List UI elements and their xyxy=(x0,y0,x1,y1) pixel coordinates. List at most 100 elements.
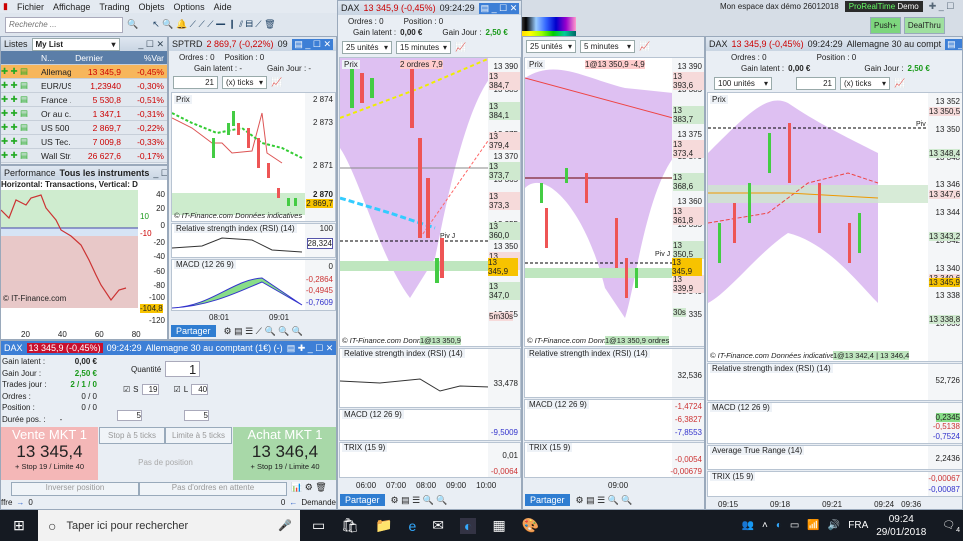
task-view-icon[interactable]: ▭ xyxy=(312,517,325,534)
indicators-icon[interactable]: 📈 xyxy=(639,41,650,52)
list-select[interactable]: My List ▾ xyxy=(31,37,120,51)
symbol[interactable]: DAX xyxy=(709,39,728,49)
zoom-tools-icon[interactable]: ⚙ ▤ ☰ 🔍 🔍 xyxy=(391,495,448,506)
window-controls[interactable]: ▤ _ ☐ ✕ xyxy=(478,2,520,14)
orders-tag[interactable]: 1@13 350,9 ordres xyxy=(605,336,670,345)
watchlist-row[interactable]: ✚ ✚ ▤ France ... 5 530,8 -0,51% xyxy=(1,93,167,107)
macd-label[interactable]: MACD (12 26 9) xyxy=(710,403,772,412)
position-tag[interactable]: 1@13 342,4 | 13 346,4 xyxy=(833,351,910,360)
ticks-input[interactable]: 21 xyxy=(796,77,836,90)
window-controls[interactable]: ▤ ✚ _ ☐ ✕ xyxy=(287,343,334,354)
prix-label[interactable]: Prix xyxy=(174,95,192,104)
window-controls[interactable]: _ ☐ ✕ xyxy=(153,168,167,179)
limit-ticks-stepper[interactable]: 5 xyxy=(184,410,209,421)
col-name[interactable]: N... xyxy=(1,53,59,63)
language-indicator[interactable]: FRA xyxy=(848,520,868,531)
row-actions-icon[interactable]: ✚ ✚ ▤ xyxy=(1,136,41,147)
watchlist-row[interactable]: ✚ ✚ ▤ Or au c... 1 347,1 -0,31% xyxy=(1,107,167,121)
dealthru-button[interactable]: DealThru xyxy=(903,17,945,34)
window-controls[interactable]: ✚ _ ☐ xyxy=(929,1,955,12)
windows-start-icon[interactable]: ⊞ xyxy=(0,517,38,534)
battery-icon[interactable]: ▭ xyxy=(790,520,799,531)
reverse-position-button[interactable]: Inverser position xyxy=(11,482,139,496)
menu-aide[interactable]: Aide xyxy=(214,2,232,12)
menu-affichage[interactable]: Affichage xyxy=(53,2,90,12)
drawing-tools-icon[interactable]: ↖ 🔍 🔔 ⟋ ⟋ ⟋ ━ ┃ ⫽ ▤ ⟋ 🗑 xyxy=(152,19,275,30)
rsi-label[interactable]: Relative strength index (RSI) (14) xyxy=(710,364,833,373)
menu-options[interactable]: Options xyxy=(174,2,205,12)
buy-button[interactable]: Achat MKT 1 13 346,4 + Stop 19 / Limite … xyxy=(233,427,336,480)
row-actions-icon[interactable]: ✚ ✚ ▤ xyxy=(1,80,41,91)
store-icon[interactable]: 🛍 xyxy=(341,517,359,534)
trix-label[interactable]: TRIX (15 9) xyxy=(527,443,573,452)
stop-input[interactable]: 19 xyxy=(141,384,159,395)
limit-checkbox[interactable]: ☑ xyxy=(174,385,181,394)
symbol[interactable]: DAX xyxy=(4,343,23,353)
row-actions-icon[interactable]: ✚ ✚ ▤ xyxy=(1,66,41,77)
paint-icon[interactable]: 🎨 xyxy=(522,517,539,534)
limit-ticks-button[interactable]: Limite à 5 ticks xyxy=(165,427,232,444)
menu-fichier[interactable]: Fichier xyxy=(17,2,44,12)
edge-icon[interactable]: e xyxy=(408,518,416,534)
watchlist-row[interactable]: ✚ ✚ ▤ Wall Str... 26 627,6 -0,17% xyxy=(1,149,167,163)
mode-select[interactable]: (x) ticks ▾ xyxy=(840,77,890,90)
watchlist-row[interactable]: ✚ ✚ ▤ EUR/US... 1,23940 -0,30% xyxy=(1,79,167,93)
people-icon[interactable]: 👥 xyxy=(742,520,754,531)
notifications-icon[interactable]: 🗨 4 xyxy=(942,520,960,534)
menu-objets[interactable]: Objets xyxy=(139,2,165,12)
rsi-label[interactable]: Relative strength index (RSI) (14) xyxy=(527,349,650,358)
rsi-label[interactable]: Relative strength index (RSI) (14) xyxy=(342,349,465,358)
col-var[interactable]: %Var xyxy=(119,53,164,63)
tab-performance[interactable]: Performance xyxy=(4,168,56,178)
stop-ticks-stepper[interactable]: 5 xyxy=(117,410,142,421)
macd-label[interactable]: MACD (12 26 9) xyxy=(527,400,589,409)
share-button[interactable]: Partager xyxy=(525,494,570,506)
volume-icon[interactable]: 🔊 xyxy=(828,520,840,531)
limit-input[interactable]: 40 xyxy=(191,384,209,395)
indicators-icon[interactable]: 📈 xyxy=(894,78,905,89)
order-tools-icon[interactable]: 📊 ⚙ 🗑 xyxy=(291,482,327,493)
units-select[interactable]: 25 unités ▾ xyxy=(526,40,576,53)
row-actions-icon[interactable]: ✚ ✚ ▤ xyxy=(1,108,41,119)
wifi-icon[interactable]: 📶 xyxy=(807,520,819,531)
row-actions-icon[interactable]: ✚ ✚ ▤ xyxy=(1,150,41,161)
indicators-icon[interactable]: 📈 xyxy=(271,77,282,88)
mail-icon[interactable]: ✉ xyxy=(432,517,444,534)
chevron-up-icon[interactable]: ˄ xyxy=(762,520,768,531)
units-select[interactable]: 100 unités ▾ xyxy=(714,77,772,90)
taskbar-search[interactable]: ○ Taper ici pour rechercher 🎤 xyxy=(38,510,300,541)
position-tag[interactable]: 1@13 350,9 xyxy=(420,336,461,345)
trix-label[interactable]: TRIX (15 9) xyxy=(342,443,388,452)
menu-trading[interactable]: Trading xyxy=(99,2,129,12)
units-select[interactable]: 21 xyxy=(173,76,218,89)
row-actions-icon[interactable]: ✚ ✚ ▤ xyxy=(1,122,41,133)
trix-label[interactable]: TRIX (15 9) xyxy=(710,472,756,481)
rsi-label[interactable]: Relative strength index (RSI) (14) xyxy=(174,224,297,233)
atr-label[interactable]: Average True Range (14) xyxy=(710,446,805,455)
prix-label[interactable]: Prix xyxy=(342,60,360,69)
window-controls[interactable]: ▤ _ ☐ ✕ xyxy=(945,38,962,50)
units-select[interactable]: 25 unités ▾ xyxy=(342,41,392,54)
symbol[interactable]: DAX xyxy=(341,3,360,13)
search-input[interactable] xyxy=(5,16,123,33)
mode-select[interactable]: (x) ticks ▾ xyxy=(222,76,267,89)
search-icon[interactable]: 🔍 xyxy=(127,19,138,30)
app-icon[interactable]: ▦ xyxy=(492,517,505,534)
clock[interactable]: 09:24 29/01/2018 xyxy=(876,513,926,539)
window-controls[interactable]: _ ☐ ✕ xyxy=(138,39,164,50)
orders-tag[interactable]: 2 ordres 7,9 xyxy=(400,60,443,69)
watchlist-row[interactable]: ✚ ✚ ▤ US 500 ... 2 869,7 -0,22% xyxy=(1,121,167,135)
timeframe-select[interactable]: 15 minutes ▾ xyxy=(396,41,451,54)
row-actions-icon[interactable]: ✚ ✚ ▤ xyxy=(1,94,41,105)
microphone-icon[interactable]: 🎤 xyxy=(278,519,292,532)
timeframe-select[interactable]: 5 minutes ▾ xyxy=(580,40,635,53)
macd-label[interactable]: MACD (12 26 9) xyxy=(174,260,236,269)
prix-label[interactable]: Prix xyxy=(527,60,545,69)
sell-button[interactable]: Vente MKT 1 13 345,4 + Stop 19 / Limite … xyxy=(1,427,98,480)
push-button[interactable]: Push+ xyxy=(870,17,901,34)
zoom-tools-icon[interactable]: ⚙ ▤ ☰ 🔍 🔍 xyxy=(576,495,633,506)
share-button[interactable]: Partager xyxy=(171,325,216,337)
macd-label[interactable]: MACD (12 26 9) xyxy=(342,410,404,419)
position-tag[interactable]: 1@13 350,9 -4,9 xyxy=(585,60,645,69)
zoom-tools-icon[interactable]: ⚙ ▤ ☰ ⟋ 🔍 🔍 🔍 xyxy=(224,326,304,337)
